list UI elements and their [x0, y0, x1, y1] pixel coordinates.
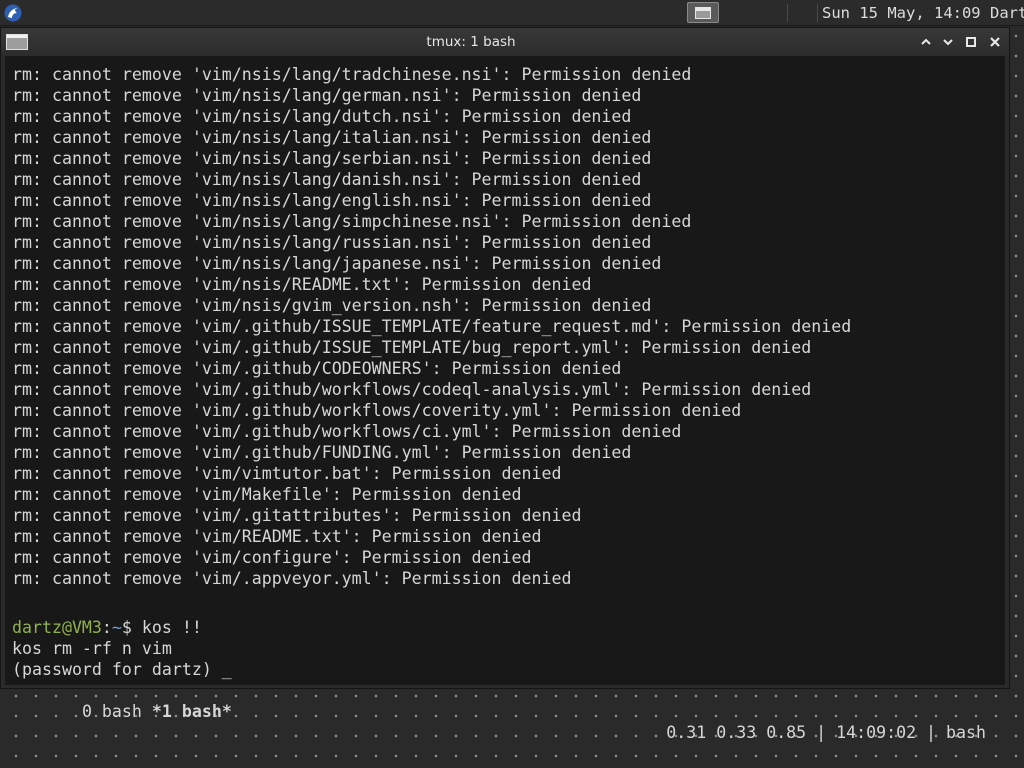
prompt-line: dartz@VM3:~$ kos !! — [12, 617, 202, 638]
top-panel: Sun 15 May, 14:09 Dartz — [0, 0, 1024, 26]
terminal-output-line: rm: cannot remove 'vim/configure': Permi… — [12, 548, 532, 567]
taskbar-window-button[interactable] — [687, 2, 719, 23]
terminal-output-line: rm: cannot remove 'vim/nsis/lang/serbian… — [12, 149, 652, 168]
maximize-icon — [966, 37, 976, 47]
terminal-output-line: rm: cannot remove 'vim/.github/ISSUE_TEM… — [12, 317, 852, 336]
shade-icon — [943, 39, 953, 46]
distro-logo-icon[interactable] — [2, 2, 24, 24]
terminal-cursor: _ — [221, 660, 232, 679]
terminal-output-line: rm: cannot remove 'vim/nsis/lang/english… — [12, 191, 652, 210]
close-button[interactable] — [986, 33, 1004, 51]
minimize-icon — [921, 38, 931, 45]
panel-separator — [817, 4, 818, 22]
terminal-output-line: rm: cannot remove 'vim/vimtutor.bat': Pe… — [12, 464, 562, 483]
terminal-content[interactable]: rm: cannot remove 'vim/nsis/lang/tradchi… — [5, 56, 1005, 742]
terminal-output-line: rm: cannot remove 'vim/nsis/lang/japanes… — [12, 254, 662, 273]
terminal-output-line: rm: cannot remove 'vim/.github/workflows… — [12, 401, 742, 420]
terminal-output-line: rm: cannot remove 'vim/.github/FUNDING.y… — [12, 443, 632, 462]
password-prompt-line[interactable]: (password for dartz) _ — [12, 659, 232, 680]
window-menu-icon[interactable] — [6, 34, 28, 50]
panel-clock[interactable]: Sun 15 May, 14:09 Dartz — [822, 3, 1024, 23]
terminal-output-line: rm: cannot remove 'vim/nsis/lang/dutch.n… — [12, 107, 632, 126]
prompt-command: kos !! — [141, 618, 202, 637]
terminal-output-line: rm: cannot remove 'vim/.github/CODEOWNER… — [12, 359, 622, 378]
tmux-window-1-active[interactable]: *1 bash* — [152, 702, 232, 721]
panel-separator — [787, 4, 788, 22]
window-icon — [695, 6, 711, 19]
prompt-separator: : — [101, 618, 112, 637]
prompt-path: ~ — [111, 618, 122, 637]
tmux-window-0[interactable]: 0 bash — [72, 702, 152, 721]
terminal-output-line: rm: cannot remove 'vim/nsis/lang/russian… — [12, 233, 652, 252]
terminal-output-line: rm: cannot remove 'vim/nsis/lang/simpchi… — [12, 212, 692, 231]
shade-button[interactable] — [939, 33, 957, 51]
terminal-output-line: rm: cannot remove 'vim/nsis/lang/tradchi… — [12, 65, 692, 84]
terminal-output-line: rm: cannot remove 'vim/.github/workflows… — [12, 380, 812, 399]
terminal-output-line: rm: cannot remove 'vim/Makefile': Permis… — [12, 485, 522, 504]
prompt-symbol: $ — [121, 618, 142, 637]
terminal-output-line: rm: cannot remove 'vim/nsis/lang/danish.… — [12, 170, 642, 189]
tmux-status-right: 0.31 0.33 0.85 | 14:09:02 | bash — [666, 723, 986, 742]
window-title: tmux: 1 bash — [426, 34, 516, 50]
terminal-output-line: rm: cannot remove 'vim/.github/workflows… — [12, 422, 682, 441]
minimize-button[interactable] — [917, 33, 935, 51]
password-prompt: (password for dartz) — [12, 660, 222, 679]
window-titlebar[interactable]: tmux: 1 bash — [1, 28, 1009, 56]
terminal-output-line: rm: cannot remove 'vim/README.txt': Perm… — [12, 527, 542, 546]
close-icon — [990, 37, 1000, 47]
user-label[interactable]: Dartz — [990, 4, 1024, 22]
terminal-window: tmux: 1 bash rm: cannot remove 'vim/nsis… — [0, 27, 1010, 742]
prompt-user-host: dartz@VM3 — [12, 618, 102, 637]
terminal-output-line: rm: cannot remove 'vim/.github/ISSUE_TEM… — [12, 338, 812, 357]
clock-label: Sun 15 May, 14:09 — [822, 4, 981, 22]
terminal-output-line: rm: cannot remove 'vim/nsis/gvim_version… — [12, 296, 652, 315]
expanded-command-line: kos rm -rf n vim — [12, 639, 172, 658]
terminal-output-line: rm: cannot remove 'vim/nsis/lang/italian… — [12, 128, 652, 147]
terminal-output-line: rm: cannot remove 'vim/nsis/lang/german.… — [12, 86, 642, 105]
terminal-output-line: rm: cannot remove 'vim/.gitattributes': … — [12, 506, 582, 525]
terminal-output-line: rm: cannot remove 'vim/nsis/README.txt':… — [12, 275, 592, 294]
maximize-button[interactable] — [962, 33, 980, 51]
terminal-output-line: rm: cannot remove 'vim/.appveyor.yml': P… — [12, 569, 572, 588]
tmux-status-bar: 0 bash *1 bash* 0.31 0.33 0.85 | 14:09:0… — [12, 680, 998, 742]
